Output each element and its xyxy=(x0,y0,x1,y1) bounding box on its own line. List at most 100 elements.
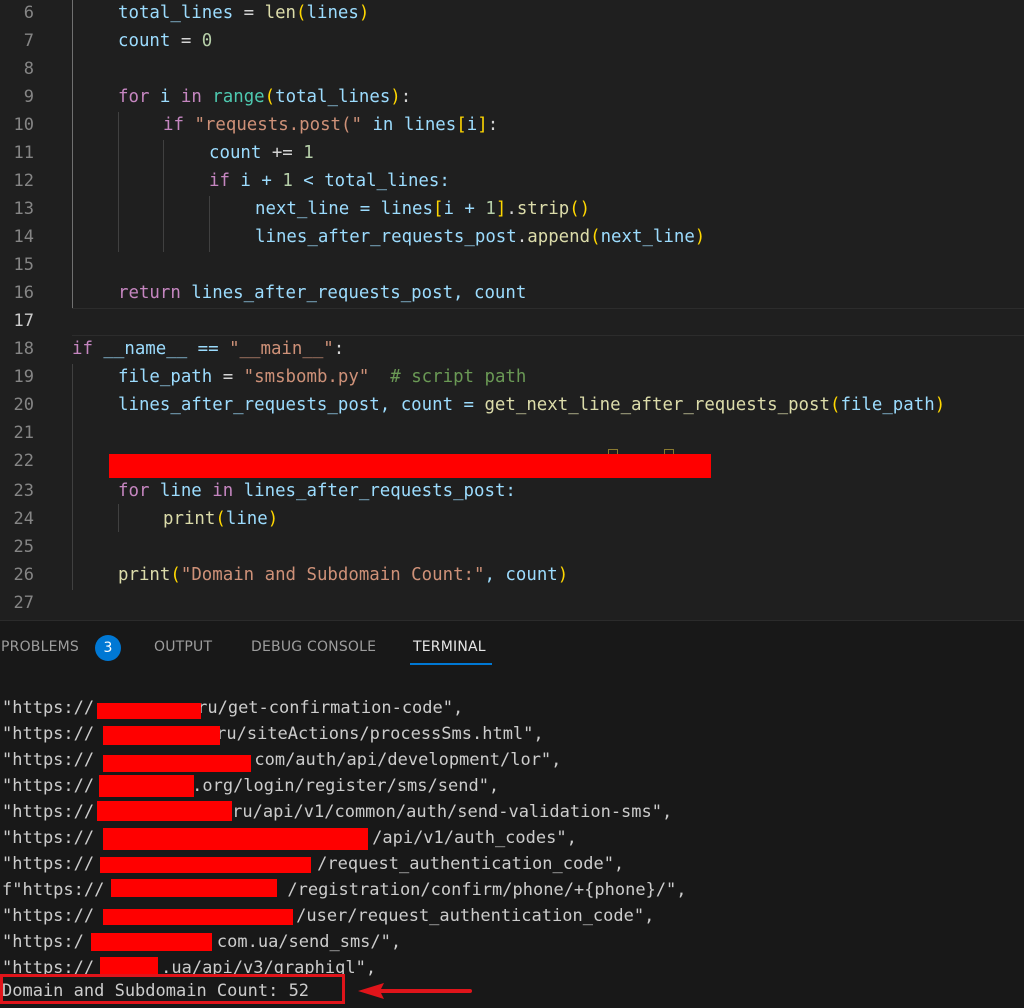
code-token: "smsbomb.py" xyxy=(243,367,370,387)
redaction-bar xyxy=(109,454,711,478)
line-number: 15 xyxy=(13,255,34,275)
code-token: ) xyxy=(358,3,370,23)
code-token: ( xyxy=(829,395,841,415)
code-line: 10 if "requests.post(" in lines[i]: xyxy=(0,111,1024,139)
code-token: i xyxy=(466,115,478,135)
redaction-bar xyxy=(97,801,232,821)
tab-terminal[interactable]: TERMINAL xyxy=(413,639,486,655)
line-number: 17 xyxy=(13,311,34,331)
code-token: "requests.post(" xyxy=(194,115,362,135)
code-token: get_next_line_after_requests_post xyxy=(484,395,830,415)
redaction-bar xyxy=(103,909,293,925)
line-number: 10 xyxy=(13,115,34,135)
code-editor[interactable]: 6 total_lines = len(lines) 7 count = 0 8… xyxy=(0,0,1024,620)
code-line: 18 if __name__ == "__main__": xyxy=(0,335,1024,363)
redaction-bar xyxy=(103,828,368,850)
problems-count-badge: 3 xyxy=(95,635,121,661)
code-token: count xyxy=(209,143,262,163)
terminal-line: "https:///request_authentication_code", xyxy=(2,854,625,874)
terminal-line: "https://.com/auth/api/development/lor", xyxy=(2,750,562,770)
line-number: 22 xyxy=(13,451,34,471)
code-token: line xyxy=(149,481,213,501)
line-number: 20 xyxy=(13,395,34,415)
code-token: lines_after_requests_post xyxy=(255,227,517,247)
code-token: append xyxy=(527,227,591,247)
code-line: 25 xyxy=(0,533,1024,561)
code-token: total_lines xyxy=(118,3,234,23)
code-token: . xyxy=(516,227,528,247)
line-number: 9 xyxy=(23,87,34,107)
code-token: < total_lines: xyxy=(292,171,450,191)
code-token: 1 xyxy=(303,143,314,163)
code-token: total_lines xyxy=(275,87,391,107)
code-token: : xyxy=(487,115,499,135)
terminal-line: "https:///user/request_authentication_co… xyxy=(2,906,655,926)
tab-output[interactable]: OUTPUT xyxy=(154,639,212,655)
code-token: ) xyxy=(934,395,946,415)
code-token: ) xyxy=(557,565,569,585)
code-token: : xyxy=(333,339,345,359)
line-number: 25 xyxy=(13,537,34,557)
code-line: 12 if i + 1 < total_lines: xyxy=(0,167,1024,195)
code-line-active: 17 xyxy=(0,307,1024,335)
code-token: ] xyxy=(495,199,507,219)
tab-debug-console[interactable]: DEBUG CONSOLE xyxy=(251,639,376,655)
tab-problems[interactable]: PROBLEMS xyxy=(1,639,79,655)
code-token: for xyxy=(118,481,150,501)
code-token: lines_after_requests_post: xyxy=(233,481,516,501)
code-token: "__main__" xyxy=(229,339,334,359)
code-line: 7 count = 0 xyxy=(0,27,1024,55)
code-line: 26 print("Domain and Subdomain Count:", … xyxy=(0,561,1024,589)
code-token: ( xyxy=(590,227,601,247)
code-token: , count xyxy=(484,565,558,585)
code-token: "Domain and Subdomain Count:" xyxy=(180,565,485,585)
code-line: 21 xyxy=(0,419,1024,447)
line-number: 19 xyxy=(13,367,34,387)
code-token: [ xyxy=(433,199,444,219)
terminal-line: "https://.org/login/register/sms/send", xyxy=(2,776,500,796)
code-line: 11 count += 1 xyxy=(0,139,1024,167)
code-token: ) xyxy=(579,199,591,219)
code-token: = xyxy=(212,367,244,387)
panel-tabs: PROBLEMS 3 OUTPUT DEBUG CONSOLE TERMINAL xyxy=(0,621,1024,673)
line-number: 11 xyxy=(13,143,34,163)
line-number: 16 xyxy=(13,283,34,303)
code-line: 20 lines_after_requests_post, count = ge… xyxy=(0,391,1024,419)
line-number: 13 xyxy=(13,199,34,219)
code-token: next_line xyxy=(600,227,695,247)
terminal-line: f"https:///registration/confirm/phone/+{… xyxy=(2,880,687,900)
code-line: 8 xyxy=(0,55,1024,83)
redaction-bar xyxy=(91,933,212,951)
code-token: line xyxy=(225,509,268,529)
terminal-line: "https://ru/siteActions/processSms.html"… xyxy=(2,724,544,744)
code-token: 0 xyxy=(201,31,213,51)
redaction-bar xyxy=(99,775,194,797)
line-number: 24 xyxy=(13,509,34,529)
code-token: strip xyxy=(516,199,570,219)
code-token: in xyxy=(372,115,394,135)
code-token: print xyxy=(163,509,216,529)
code-token: for xyxy=(118,87,150,107)
code-token: ) xyxy=(267,509,279,529)
code-token: ) xyxy=(390,87,401,107)
active-tab-indicator xyxy=(410,663,492,665)
line-number: 21 xyxy=(13,423,34,443)
line-number: 14 xyxy=(13,227,34,247)
line-number: 27 xyxy=(13,593,34,613)
code-line: 14 lines_after_requests_post.append(next… xyxy=(0,223,1024,251)
code-token: i xyxy=(149,87,181,107)
code-token: range xyxy=(212,87,265,107)
code-token: ( xyxy=(170,565,181,585)
code-line: 23 for line in lines_after_requests_post… xyxy=(0,477,1024,505)
code-token: ) xyxy=(694,227,706,247)
code-token: file_path xyxy=(118,367,213,387)
code-token: file_path xyxy=(840,395,935,415)
code-token: = xyxy=(233,3,265,23)
code-token: [ xyxy=(456,115,467,135)
code-line: 6 total_lines = len(lines) xyxy=(0,0,1024,27)
code-token: return xyxy=(118,283,181,303)
